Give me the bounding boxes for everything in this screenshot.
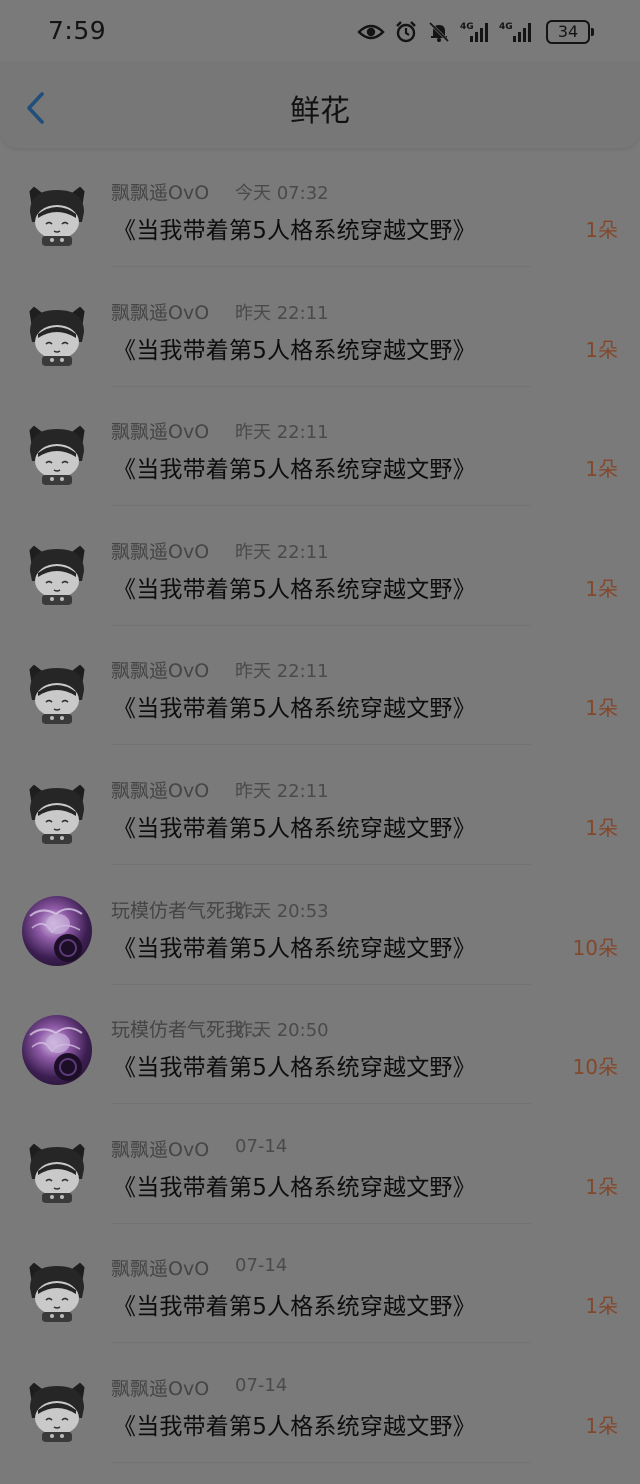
gift-time: 昨天 22:11 [235,422,329,444]
book-title[interactable]: 《当我带着第5人格系统穿越文野》 [113,1407,476,1441]
list-item[interactable]: 飘飘遥OvO 07-14 《当我带着第5人格系统穿越文野》 1朵 [0,1125,640,1245]
list-item[interactable]: 飘飘遥OvO 昨天 22:11 《当我带着第5人格系统穿越文野》 1朵 [0,288,640,408]
alarm-clock-icon [396,21,416,43]
list-item[interactable]: 飘飘遥OvO 昨天 22:11 《当我带着第5人格系统穿越文野》 1朵 [0,407,640,527]
user-name[interactable]: 飘飘遥OvO [111,1254,209,1281]
avatar[interactable] [22,417,92,488]
gift-time: 昨天 22:11 [235,661,329,683]
gift-time: 昨天 20:50 [235,1020,329,1042]
flower-count: 1朵 [585,1174,618,1199]
battery-icon: 34 [546,20,594,44]
eye-icon [357,24,385,40]
flower-list: 飘飘遥OvO 今天 07:32 《当我带着第5人格系统穿越文野》 1朵 飘飘遥O… [0,168,640,1484]
signal-4g-icon: 4G [460,22,488,42]
user-name[interactable]: 飘飘遥OvO [111,417,209,444]
user-name[interactable]: 飘飘遥OvO [111,656,209,683]
book-title[interactable]: 《当我带着第5人格系统穿越文野》 [113,1168,476,1202]
avatar[interactable] [22,297,92,368]
avatar[interactable] [22,1134,92,1205]
book-title[interactable]: 《当我带着第5人格系统穿越文野》 [113,809,476,843]
list-item[interactable]: 飘飘遥OvO 昨天 22:11 《当我带着第5人格系统穿越文野》 1朵 [0,766,640,886]
page-title: 鲜花 [290,94,350,129]
flower-count: 1朵 [585,696,618,721]
signal-4g-icon-2: 4G [499,22,531,42]
list-item[interactable]: 玩模仿者气死我… 昨天 20:50 《当我带着第5人格系统穿越文野》 10朵 [0,1005,640,1125]
gift-time: 昨天 22:11 [235,302,329,324]
gift-time: 昨天 22:11 [235,780,329,802]
top-bar: 鲜花 [0,62,640,148]
gift-time: 07-14 [235,1374,288,1396]
divider [111,744,531,746]
avatar[interactable] [22,178,92,248]
user-name[interactable]: 飘飘遥OvO [111,1374,209,1401]
flower-count: 1朵 [585,1294,618,1319]
avatar[interactable] [22,1254,92,1325]
divider [111,983,531,985]
divider [111,1103,531,1105]
book-title[interactable]: 《当我带着第5人格系统穿越文野》 [113,1048,476,1082]
gift-time: 07-14 [235,1255,288,1277]
flower-count: 1朵 [585,1413,618,1438]
user-name[interactable]: 飘飘遥OvO [111,537,209,564]
gift-time: 昨天 22:11 [235,541,329,563]
status-bar: 7:59 4G 4G 34 [0,0,640,62]
book-title[interactable]: 《当我带着第5人格系统穿越文野》 [113,450,476,484]
divider [111,1222,531,1224]
flower-count: 10朵 [572,1055,618,1080]
divider [111,624,531,626]
flower-count: 10朵 [572,935,618,960]
list-item[interactable]: 玩模仿者气死我… 昨天 20:53 《当我带着第5人格系统穿越文野》 10朵 [0,886,640,1006]
user-name[interactable]: 飘飘遥OvO [111,178,209,205]
status-time: 7:59 [48,16,107,45]
mute-bell-icon [428,21,450,43]
network-1-label: 4G [460,22,474,32]
divider [111,863,531,865]
user-name[interactable]: 飘飘遥OvO [111,1135,209,1162]
flower-count: 1朵 [585,457,618,482]
book-title[interactable]: 《当我带着第5人格系统穿越文野》 [113,211,476,245]
user-name[interactable]: 飘飘遥OvO [111,776,209,803]
user-name[interactable]: 飘飘遥OvO [111,298,209,325]
list-item[interactable]: 飘飘遥OvO 07-14 《当我带着第5人格系统穿越文野》 1朵 [0,1244,640,1364]
flower-count: 1朵 [585,576,618,601]
gift-time: 今天 07:32 [235,183,329,204]
divider [111,266,531,267]
list-item[interactable]: 飘飘遥OvO 今天 07:32 《当我带着第5人格系统穿越文野》 1朵 [0,168,640,288]
avatar[interactable] [22,775,92,846]
divider [111,385,531,387]
avatar[interactable] [22,895,92,966]
gift-time: 07-14 [235,1135,288,1157]
avatar[interactable] [22,1373,92,1444]
gift-time: 昨天 20:53 [235,900,329,922]
divider [111,1342,531,1344]
list-item[interactable]: 飘飘遥OvO 昨天 22:11 《当我带着第5人格系统穿越文野》 1朵 [0,527,640,647]
divider [111,505,531,507]
avatar[interactable] [22,1015,92,1086]
book-title[interactable]: 《当我带着第5人格系统穿越文野》 [113,929,476,963]
flower-count: 1朵 [585,815,618,840]
book-title[interactable]: 《当我带着第5人格系统穿越文野》 [113,570,476,604]
book-title[interactable]: 《当我带着第5人格系统穿越文野》 [113,331,476,365]
flower-count: 1朵 [585,218,618,242]
list-item[interactable]: 飘飘遥OvO 07-14 《当我带着第5人格系统穿越文野》 1朵 [0,1364,640,1484]
book-title[interactable]: 《当我带着第5人格系统穿越文野》 [113,1287,476,1321]
list-item[interactable]: 飘飘遥OvO 昨天 22:11 《当我带着第5人格系统穿越文野》 1朵 [0,646,640,766]
divider [111,1461,531,1463]
network-2-label: 4G [499,22,513,32]
book-title[interactable]: 《当我带着第5人格系统穿越文野》 [113,689,476,723]
avatar[interactable] [22,656,92,727]
flower-count: 1朵 [585,337,618,362]
avatar[interactable] [22,536,92,607]
status-icons: 4G 4G 34 [357,18,594,46]
